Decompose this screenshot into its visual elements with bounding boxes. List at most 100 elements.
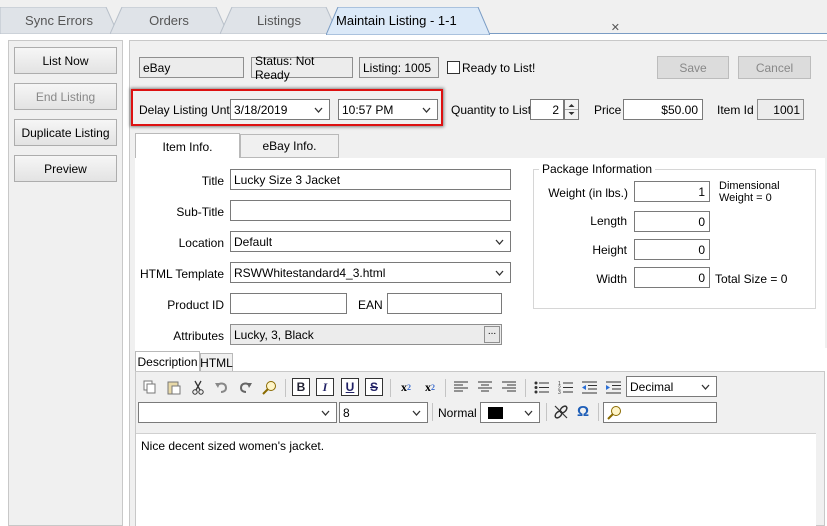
italic-icon[interactable]: I [316,378,334,396]
delay-time-picker[interactable]: 10:57 PM [338,99,438,120]
height-label: Height [592,243,627,257]
font-family-select[interactable] [138,402,337,423]
tab-item-info[interactable]: Item Info. [135,133,240,159]
tab-maintain-listing[interactable]: Maintain Listing - 1-1 ✕ [326,7,620,35]
format-label: Normal [438,406,477,420]
description-editor[interactable]: Nice decent sized women's jacket. [136,433,816,526]
subtitle-input[interactable] [230,200,511,221]
tab-label: Orders [149,13,189,28]
length-input[interactable]: 0 [634,211,710,232]
location-select[interactable]: Default [230,231,511,252]
color-swatch [488,407,503,419]
tab-listings[interactable]: Listings [220,7,338,34]
list-style-select[interactable]: Decimal [626,376,717,397]
channel-field: eBay [139,57,244,78]
tab-sync-errors[interactable]: Sync Errors [0,7,118,34]
width-input[interactable]: 0 [634,267,710,288]
stepper-arrows-icon [565,104,578,115]
superscript-icon[interactable]: x2 [421,378,439,396]
product-id-label: Product ID [167,298,224,312]
delay-listing-label: Delay Listing Until [139,103,236,117]
paste-icon[interactable] [165,378,183,396]
font-size-value: 8 [343,405,350,420]
close-icon[interactable]: ✕ [611,21,620,34]
weight-label: Weight (in lbs.) [548,186,628,200]
underline-icon[interactable]: U [341,378,359,396]
font-size-select[interactable]: 8 [339,402,428,423]
cut-icon[interactable] [189,378,207,396]
attributes-browse-button[interactable]: ... [484,326,500,343]
listing-number-field: Listing: 1005 [359,57,439,78]
bullet-list-icon[interactable] [532,378,550,396]
align-right-icon[interactable] [500,378,518,396]
copy-icon[interactable] [141,378,159,396]
toolbar-separator [432,403,433,421]
toolbar-separator [445,379,446,397]
find-icon[interactable] [260,378,278,396]
indent-icon[interactable] [604,378,622,396]
tab-orders[interactable]: Orders [110,7,228,34]
toolbar-separator [390,379,391,397]
save-button[interactable]: Save [657,56,729,79]
dimensional-weight-label: Weight = 0 [719,192,772,204]
weight-input[interactable]: 1 [634,181,710,202]
ean-label: EAN [358,298,383,312]
item-id-label: Item Id [717,103,754,117]
chevron-down-icon [321,410,330,416]
tab-ebay-info[interactable]: eBay Info. [240,134,339,158]
search-input[interactable] [603,402,717,423]
toolbar-separator [285,379,286,397]
redo-icon[interactable] [236,378,254,396]
toolbar-separator [598,403,599,421]
link-icon[interactable] [552,403,570,421]
preview-button[interactable]: Preview [14,155,117,182]
special-char-icon[interactable]: Ω [574,402,592,420]
duplicate-listing-button[interactable]: Duplicate Listing [14,119,117,146]
ean-input[interactable] [387,293,502,314]
undo-icon[interactable] [212,378,230,396]
width-label: Width [596,272,627,286]
bold-icon[interactable]: B [292,378,310,396]
delay-time-value: 10:57 PM [342,102,394,117]
list-now-button[interactable]: List Now [14,47,117,74]
price-input[interactable]: $50.00 [623,99,703,120]
action-panel: List Now End Listing Duplicate Listing P… [8,40,123,526]
chevron-down-icon [701,384,710,390]
align-center-icon[interactable] [476,378,494,396]
status-field: Status: Not Ready [251,54,353,82]
list-style-value: Decimal [630,379,674,394]
quantity-label: Quantity to List [451,103,532,117]
subtitle-label: Sub-Title [176,205,224,219]
delay-date-picker[interactable]: 3/18/2019 [230,99,330,120]
strikethrough-icon[interactable]: S [365,378,383,396]
align-left-icon[interactable] [452,378,470,396]
cancel-button[interactable]: Cancel [738,56,811,79]
tab-description[interactable]: Description [135,351,200,372]
html-template-label: HTML Template [140,267,225,281]
height-input[interactable]: 0 [634,239,710,260]
subscript-icon[interactable]: x2 [397,378,415,396]
chevron-down-icon [412,410,421,416]
title-label: Title [201,174,224,188]
quantity-stepper[interactable] [564,99,579,120]
numbered-list-icon[interactable]: 123 [556,378,574,396]
svg-text:3: 3 [558,390,561,394]
outdent-icon[interactable] [580,378,598,396]
toolbar-separator [525,379,526,397]
attributes-field: Lucky, 3, Black [230,324,502,345]
html-template-select[interactable]: RSWWhitestandard4_3.html [230,262,511,283]
search-icon [607,406,621,420]
length-label: Length [590,214,627,228]
tab-html[interactable]: HTML [200,353,233,372]
quantity-input[interactable]: 2 [530,99,564,120]
ready-to-list-checkbox[interactable] [447,61,460,74]
total-size-label: Total Size = 0 [715,272,788,286]
tab-label: Maintain Listing - 1-1 [336,13,457,28]
product-id-input[interactable] [230,293,347,314]
end-listing-button[interactable]: End Listing [14,83,117,110]
location-value: Default [234,234,273,249]
chevron-down-icon [495,239,504,245]
delay-date-value: 3/18/2019 [234,102,288,117]
font-color-select[interactable] [480,402,540,423]
title-input[interactable]: Lucky Size 3 Jacket [230,169,511,190]
